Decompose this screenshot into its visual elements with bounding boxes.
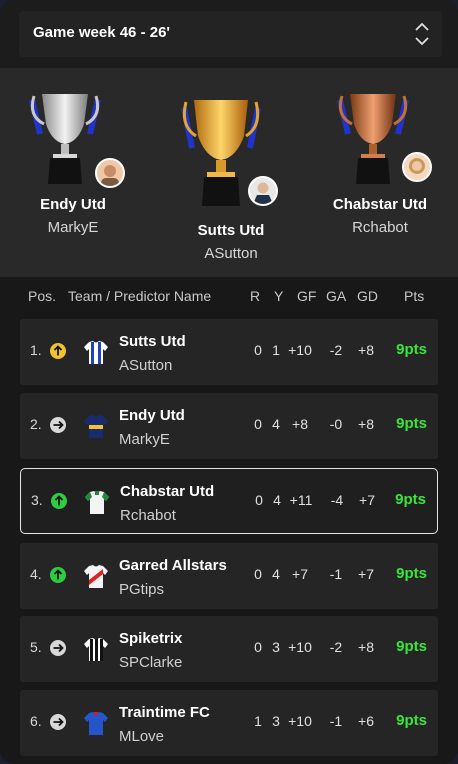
row-position: 2. — [30, 416, 42, 432]
arrow-up-icon — [50, 567, 66, 583]
row-position: 5. — [30, 639, 42, 655]
team-shirt-icon — [85, 491, 109, 514]
row-predictor: PGtips — [119, 581, 165, 598]
row-gf: +8 — [292, 416, 308, 432]
row-ga: -2 — [329, 342, 343, 358]
row-team: Sutts Utd — [119, 333, 186, 350]
avatar — [402, 152, 432, 182]
table-row[interactable]: 2. Endy Utd MarkyE 0 4 +8 -0 +8 9pts — [20, 393, 438, 459]
row-team: Spiketrix — [119, 630, 183, 647]
header-pts: Pts — [404, 288, 425, 304]
team-shirt-icon — [84, 638, 108, 661]
podium-team: Sutts Utd — [197, 222, 265, 239]
team-shirt-icon — [84, 415, 108, 438]
arrow-right-icon — [50, 417, 66, 433]
row-predictor: MarkyE — [119, 431, 170, 448]
row-team: Traintime FC — [119, 704, 210, 721]
row-gd: +7 — [358, 566, 374, 582]
table-row[interactable]: 4. Garred Allstars PGtips 0 4 +7 -1 +7 9pts — [20, 543, 438, 609]
row-position: 1. — [30, 342, 42, 358]
row-ga: -1 — [329, 566, 343, 582]
table-row[interactable]: 5. Spiketrix SPClarke 0 3 +10 -2 +8 9pts — [20, 616, 438, 682]
row-team: Endy Utd — [119, 407, 185, 424]
header-gd: GD — [357, 288, 378, 304]
row-points: 9pts — [395, 491, 426, 508]
header-r: R — [250, 288, 261, 304]
podium-predictor: Rchabot — [352, 219, 408, 236]
row-points: 9pts — [396, 638, 427, 655]
header-team: Team / Predictor Name — [68, 288, 212, 304]
podium-third[interactable]: Chabstar Utd Rchabot — [322, 90, 438, 260]
row-ga: -0 — [329, 416, 343, 432]
row-gd: +8 — [358, 342, 374, 358]
row-gd: +8 — [358, 639, 374, 655]
podium-predictor: MarkyE — [47, 219, 99, 236]
header-gf: GF — [297, 288, 317, 304]
row-position: 3. — [31, 492, 43, 508]
row-predictor: MLove — [119, 728, 165, 745]
row-ga: -4 — [330, 492, 344, 508]
row-team: Garred Allstars — [119, 557, 227, 574]
row-gf: +10 — [288, 342, 312, 358]
arrow-right-icon — [50, 714, 66, 730]
row-points: 9pts — [396, 712, 427, 729]
gameweek-select[interactable]: Game week 46 - 26' — [19, 11, 442, 57]
podium: Endy Utd MarkyE Sutts Utd ASutton Chabst… — [0, 68, 458, 277]
row-team: Chabstar Utd — [120, 483, 215, 500]
leaderboard-panel: Game week 46 - 26' Endy Utd MarkyE Sutts… — [0, 0, 458, 764]
row-predictor: ASutton — [119, 357, 173, 374]
team-shirt-icon — [84, 712, 108, 735]
row-position: 6. — [30, 713, 42, 729]
table-row[interactable]: 3. Chabstar Utd Rchabot 0 4 +11 -4 +7 9pts — [20, 468, 438, 534]
header-ga: GA — [326, 288, 347, 304]
arrow-up-icon — [50, 343, 66, 359]
avatar — [95, 158, 125, 188]
podium-team: Endy Utd — [40, 196, 106, 213]
row-position: 4. — [30, 566, 42, 582]
gameweek-label: Game week 46 - 26' — [33, 24, 170, 41]
podium-team: Chabstar Utd — [332, 196, 428, 213]
arrow-right-icon — [50, 640, 66, 656]
team-shirt-icon — [84, 341, 108, 364]
gameweek-bar: Game week 46 - 26' — [0, 0, 458, 68]
row-predictor: Rchabot — [120, 507, 176, 524]
row-gf: +7 — [292, 566, 308, 582]
row-predictor: SPClarke — [119, 654, 183, 671]
podium-first[interactable]: Sutts Utd ASutton — [172, 96, 290, 276]
header-y: Y — [274, 288, 284, 304]
podium-second[interactable]: Endy Utd MarkyE — [18, 90, 128, 260]
table-row[interactable]: 1. Sutts Utd ASutton 0 1 +10 -2 +8 9pts — [20, 319, 438, 385]
bronze-trophy-icon — [337, 94, 409, 184]
silver-trophy-icon — [29, 94, 101, 184]
table-row[interactable]: 6. Traintime FC MLove 1 3 +10 -1 +6 9pts — [20, 690, 438, 756]
row-points: 9pts — [396, 341, 427, 358]
row-gd: +6 — [358, 713, 374, 729]
team-shirt-icon — [84, 565, 108, 588]
arrow-up-icon — [51, 493, 67, 509]
row-points: 9pts — [396, 565, 427, 582]
row-gf: +10 — [288, 639, 312, 655]
row-ga: -1 — [329, 713, 343, 729]
avatar — [248, 176, 278, 206]
row-gd: +8 — [358, 416, 374, 432]
row-ga: -2 — [329, 639, 343, 655]
podium-predictor: ASutton — [204, 245, 258, 262]
header-pos: Pos. — [28, 288, 57, 304]
row-gd: +7 — [359, 492, 375, 508]
chevron-up-down-icon — [415, 22, 429, 46]
row-gf: +11 — [289, 492, 313, 508]
row-gf: +10 — [288, 713, 312, 729]
row-points: 9pts — [396, 415, 427, 432]
